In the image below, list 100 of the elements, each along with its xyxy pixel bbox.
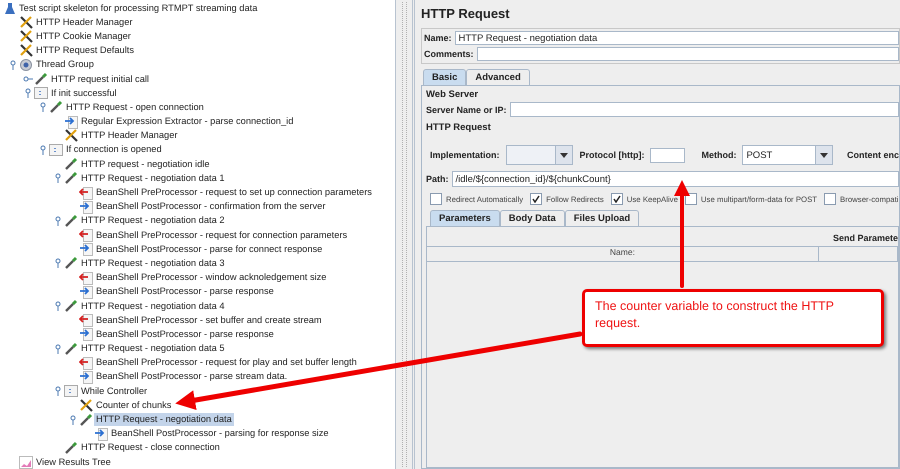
tree-item[interactable]: HTTP Request - negotiation data 4 (79, 300, 226, 313)
tree-item[interactable]: HTTP Cookie Manager (34, 30, 133, 43)
method-dropdown[interactable]: POST (742, 145, 833, 165)
tab[interactable]: Parameters (430, 210, 500, 226)
tree-item[interactable]: Test script skeleton for processing RTMPT streaming data (17, 2, 260, 15)
tree-item[interactable]: HTTP Header Manager (79, 129, 180, 142)
expanded-handle-icon[interactable] (53, 301, 63, 312)
pipette-icon (64, 299, 78, 314)
expanded-handle-icon[interactable] (8, 60, 18, 70)
tree-item[interactable]: HTTP Request - negotiation data (94, 413, 234, 426)
checkbox[interactable] (430, 193, 442, 205)
expanded-handle-icon[interactable] (53, 258, 63, 268)
tree-item[interactable]: BeanShell PreProcessor - window acknoledgement size (94, 271, 328, 284)
callout-box: The counter variable to construct the HTTP request. (582, 289, 884, 347)
document-arrow-icon (79, 327, 93, 342)
tree-item[interactable]: Counter of chunks (94, 398, 174, 412)
tree-item[interactable]: BeanShell PostProcessor - parse stream data. (94, 370, 290, 384)
tree-item[interactable]: BeanShell PreProcessor - request for connection parameters (94, 228, 350, 242)
table-heading: Send Paramete (832, 232, 898, 245)
name-field[interactable]: HTTP Request - negotiation data (454, 31, 899, 45)
expanded-handle-icon[interactable] (38, 144, 48, 155)
checkbox[interactable] (610, 193, 623, 205)
pipette-icon (64, 342, 78, 356)
tree-item[interactable]: Thread Group (34, 58, 96, 72)
document-arrow-icon (64, 114, 78, 129)
document-arrow-icon (79, 242, 93, 256)
field-label: Name: (424, 33, 452, 43)
document-arrow-icon (94, 426, 108, 441)
document-arrow-icon (79, 370, 93, 384)
tree-item[interactable]: HTTP Request - negotiation data 5 (79, 342, 226, 356)
caret-icon (820, 152, 828, 158)
expanded-handle-icon[interactable] (53, 386, 63, 396)
protocol-field[interactable] (650, 148, 686, 162)
checkbox[interactable] (824, 193, 836, 205)
tree-item[interactable]: HTTP request - negotiation idle (79, 158, 212, 171)
list-box-icon (49, 144, 63, 156)
expanded-handle-icon[interactable] (23, 88, 33, 98)
tree-item[interactable]: BeanShell PreProcessor - request to set up connection parameters (94, 186, 374, 200)
tree-item[interactable]: BeanShell PreProcessor - request for play and set buffer length (94, 356, 359, 370)
tree-item[interactable]: Regular Expression Extractor - parse connection_id (79, 115, 296, 128)
tree-item[interactable]: HTTP Request - close connection (79, 441, 222, 454)
document-arrow-icon (79, 228, 93, 242)
document-arrow-icon (79, 313, 93, 328)
expanded-handle-icon[interactable] (53, 173, 63, 184)
field-label: Path: (426, 174, 448, 184)
tree-item[interactable]: BeanShell PostProcessor - parse response (94, 285, 276, 298)
tree-item[interactable]: HTTP Request Defaults (34, 44, 136, 58)
tab[interactable]: Advanced (466, 69, 530, 85)
expanded-handle-icon[interactable] (68, 414, 78, 425)
checkbox[interactable] (530, 193, 542, 205)
tree-item[interactable]: If init successful (49, 86, 119, 100)
gear-icon (19, 58, 33, 72)
section-legend: HTTP Request (426, 122, 899, 133)
path-field[interactable]: /idle/${connection_id}/${chunkCount} (452, 171, 899, 187)
crossed-tools-icon (64, 129, 78, 142)
tree-item[interactable]: HTTP request initial call (49, 72, 151, 86)
tree-item[interactable]: HTTP Request - negotiation data 1 (79, 172, 226, 185)
pipette-icon (64, 171, 78, 186)
tree-item[interactable]: BeanShell PostProcessor - parsing for response size (109, 427, 331, 440)
tree-item[interactable]: HTTP Request - negotiation data 2 (79, 214, 226, 228)
document-arrow-icon (79, 284, 93, 299)
collapsed-handle-icon[interactable] (23, 74, 33, 84)
pipette-icon (64, 256, 78, 270)
tree-item[interactable]: HTTP Request - open connection (64, 100, 206, 114)
field-label: Implementation: (430, 150, 500, 160)
comments-field[interactable] (476, 47, 899, 61)
crossed-tools-icon (79, 398, 93, 412)
field-label: Protocol [http]: (579, 150, 644, 160)
flask-icon (4, 2, 16, 15)
tab[interactable]: Files Upload (564, 210, 640, 226)
tree-item[interactable]: BeanShell PostProcessor - parse for connect response (94, 242, 324, 256)
expanded-handle-icon[interactable] (38, 102, 48, 112)
pipette-icon (64, 157, 78, 172)
column-header: Name: (427, 247, 819, 261)
tree-item[interactable]: While Controller (79, 384, 150, 398)
expanded-handle-icon[interactable] (53, 216, 63, 226)
caret-icon (560, 152, 568, 158)
expanded-handle-icon[interactable] (53, 344, 63, 354)
server-field[interactable] (510, 102, 899, 117)
field-label: Content enc (846, 150, 899, 160)
tree-item[interactable]: BeanShell PostProcessor - parse response (94, 328, 276, 341)
pipette-icon (64, 214, 78, 228)
field-label: Comments: (424, 49, 474, 59)
document-arrow-icon (79, 200, 93, 214)
tree-item[interactable]: BeanShell PreProcessor - set buffer and create stream (94, 314, 324, 327)
list-box-icon (34, 87, 48, 100)
tree-item[interactable]: HTTP Header Manager (34, 16, 134, 29)
tab[interactable]: Body Data (500, 210, 565, 226)
document-arrow-icon (79, 356, 93, 370)
tree-item[interactable]: HTTP Request - negotiation data 3 (79, 256, 226, 270)
tab[interactable]: Basic (423, 69, 466, 85)
tree-item[interactable]: BeanShell PostProcessor - confirmation from the server (94, 200, 328, 214)
document-arrow-icon (79, 186, 93, 200)
tree-item[interactable]: View Results Tree (34, 456, 113, 469)
checkbox[interactable] (684, 193, 697, 205)
crossed-tools-icon (19, 44, 33, 58)
crossed-tools-icon (19, 30, 33, 43)
tree-item[interactable]: If connection is opened (64, 143, 164, 156)
panel-title: HTTP Request (421, 6, 511, 23)
section-legend: Web Server (426, 89, 899, 100)
